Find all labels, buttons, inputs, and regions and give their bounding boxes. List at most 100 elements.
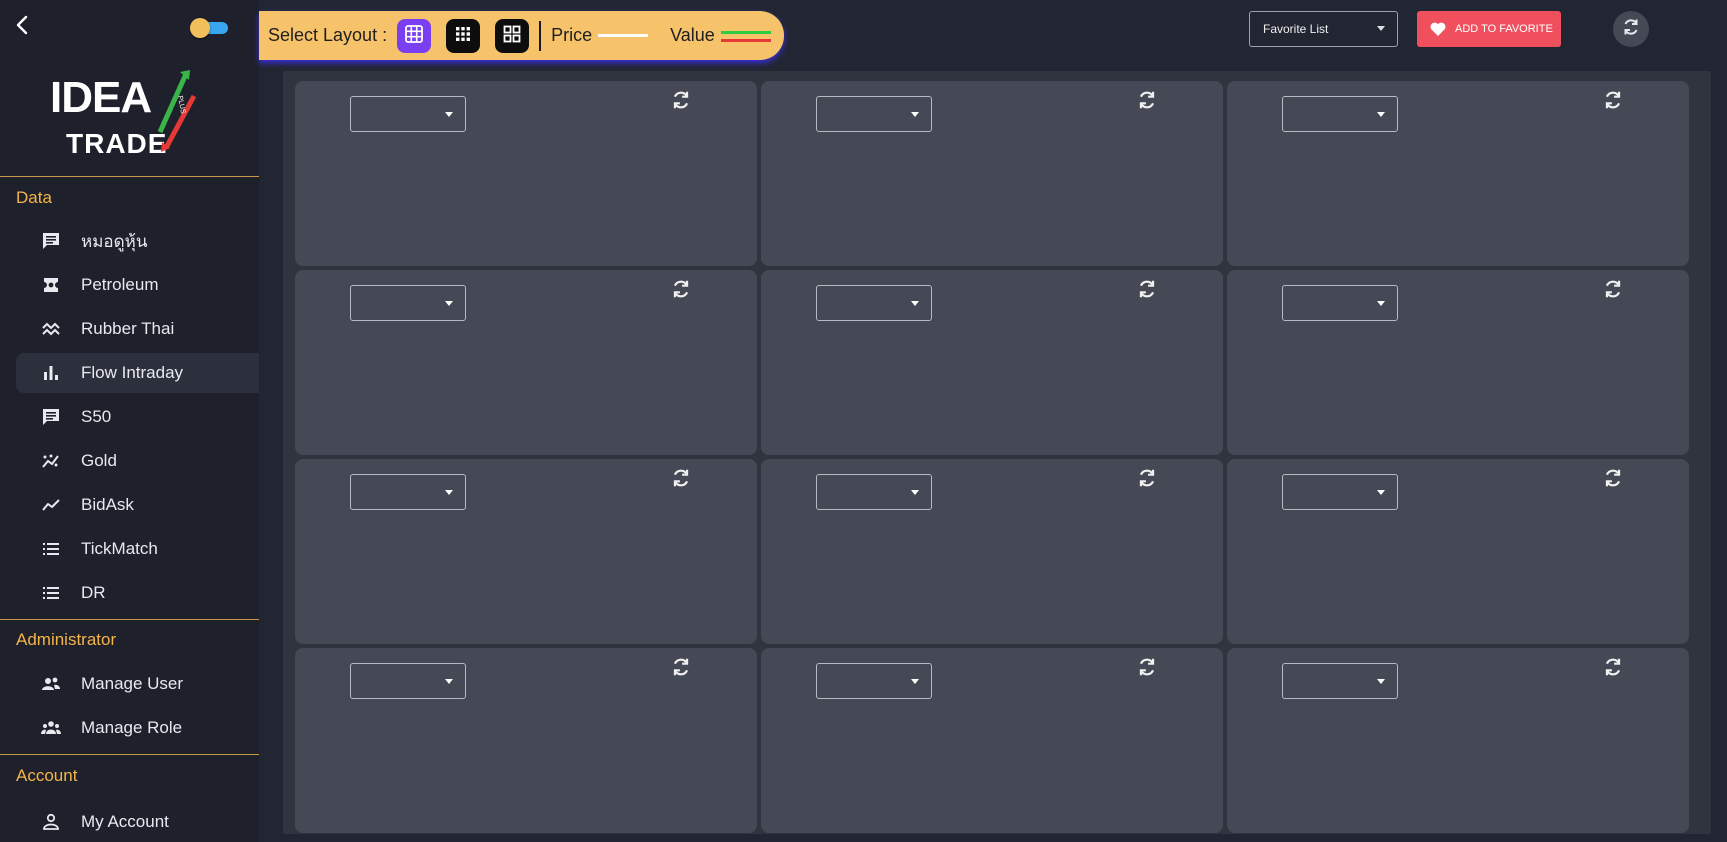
- layout-dots-button[interactable]: [446, 18, 481, 53]
- symbol-select[interactable]: [350, 285, 466, 321]
- sidebar-item-label: Gold: [81, 451, 117, 470]
- chart-grid: [283, 71, 1711, 834]
- sidebar-item-label: Manage User: [81, 674, 184, 693]
- sidebar-item-label: Manage Role: [81, 718, 183, 737]
- chevron-down-icon: [1377, 26, 1385, 31]
- sidebar-item-label: BidAsk: [81, 495, 134, 514]
- chart-panel: [1227, 270, 1689, 455]
- sidebar-item-label: DR: [81, 583, 106, 602]
- price-legend-line: [598, 34, 649, 37]
- section-administrator-title: Administrator: [16, 630, 117, 649]
- refresh-icon[interactable]: [1602, 89, 1624, 111]
- symbol-select[interactable]: [816, 663, 932, 699]
- refresh-icon[interactable]: [1136, 656, 1158, 678]
- layout-divider: [539, 20, 542, 51]
- chevron-down-icon: [1377, 112, 1385, 117]
- back-arrow-icon[interactable]: [10, 12, 36, 38]
- refresh-icon: [1621, 17, 1641, 41]
- refresh-icon[interactable]: [1136, 89, 1158, 111]
- refresh-icon[interactable]: [670, 278, 692, 300]
- symbol-select[interactable]: [350, 474, 466, 510]
- symbol-select[interactable]: [1282, 663, 1398, 699]
- section-data-title: Data: [16, 188, 52, 207]
- four-squares-icon: [502, 24, 522, 48]
- chevron-down-icon: [445, 490, 453, 495]
- trend-line-icon: [40, 494, 62, 516]
- refresh-icon[interactable]: [1602, 467, 1624, 489]
- sidebar-item-bidask[interactable]: BidAsk: [16, 485, 259, 525]
- sidebar-item-flow-intraday[interactable]: Flow Intraday: [16, 353, 259, 393]
- chevron-down-icon: [911, 679, 919, 684]
- sidebar-item-dr[interactable]: DR: [16, 573, 259, 613]
- favorite-list-select[interactable]: Favorite List: [1249, 11, 1398, 47]
- fuel-icon: [40, 274, 62, 296]
- sidebar-item-label: S50: [81, 407, 112, 426]
- chevron-down-icon: [1377, 301, 1385, 306]
- grid-layout-icon: [404, 24, 424, 48]
- symbol-select[interactable]: [816, 285, 932, 321]
- refresh-all-button[interactable]: [1613, 11, 1649, 47]
- sidebar-item-label: TickMatch: [81, 539, 158, 558]
- chevron-down-icon: [911, 301, 919, 306]
- svg-text:TRADE: TRADE: [66, 128, 167, 158]
- chart-panel: [1227, 459, 1689, 644]
- sidebar-item-mor-doo-hoon[interactable]: หมอดูหุ้น: [16, 221, 259, 261]
- group-icon: [40, 717, 62, 739]
- refresh-icon[interactable]: [1602, 278, 1624, 300]
- list-icon: [40, 582, 62, 604]
- list-icon: [40, 538, 62, 560]
- chart-panel: [295, 648, 757, 833]
- chevron-down-icon: [1377, 490, 1385, 495]
- chart-panel: [761, 648, 1223, 833]
- sidebar-item-rubber-thai[interactable]: Rubber Thai: [16, 309, 259, 349]
- refresh-icon[interactable]: [670, 467, 692, 489]
- sidebar-item-s50[interactable]: S50: [16, 397, 259, 437]
- chart-panel: [761, 270, 1223, 455]
- layout-2x2-button[interactable]: [495, 18, 530, 53]
- section-account-title: Account: [16, 766, 78, 785]
- wave-icon: [40, 318, 62, 340]
- sidebar-item-gold[interactable]: Gold: [16, 441, 259, 481]
- sidebar-item-label: Petroleum: [81, 275, 159, 294]
- chevron-down-icon: [445, 301, 453, 306]
- person-icon: [40, 811, 62, 833]
- add-to-favorite-button[interactable]: ADD TO FAVORITE: [1417, 11, 1561, 47]
- chart-panel: [295, 459, 757, 644]
- symbol-select[interactable]: [350, 96, 466, 132]
- chevron-down-icon: [445, 679, 453, 684]
- idea-trade-logo: IDEA TRADE PLUS: [48, 68, 213, 159]
- chevron-down-icon: [911, 490, 919, 495]
- theme-toggle[interactable]: [190, 18, 230, 38]
- chart-panel: [295, 270, 757, 455]
- chart-panel: [761, 459, 1223, 644]
- svg-text:IDEA: IDEA: [50, 73, 151, 122]
- sidebar: IDEA TRADE PLUS Data หมอดูหุ้น Petroleum…: [0, 0, 259, 842]
- users-icon: [40, 673, 62, 695]
- message-icon: [40, 406, 62, 428]
- symbol-select[interactable]: [350, 663, 466, 699]
- refresh-icon[interactable]: [670, 656, 692, 678]
- layout-3x4-button[interactable]: [397, 18, 432, 53]
- refresh-icon[interactable]: [1136, 467, 1158, 489]
- sidebar-item-my-account[interactable]: My Account: [16, 802, 259, 842]
- sidebar-item-manage-role[interactable]: Manage Role: [16, 708, 259, 748]
- sidebar-item-manage-user[interactable]: Manage User: [16, 664, 259, 704]
- value-legend-lines: [720, 29, 771, 43]
- bar-chart-icon: [40, 362, 62, 384]
- symbol-select[interactable]: [1282, 285, 1398, 321]
- refresh-icon[interactable]: [1602, 656, 1624, 678]
- sidebar-item-tickmatch[interactable]: TickMatch: [16, 529, 259, 569]
- symbol-select[interactable]: [816, 474, 932, 510]
- symbol-select[interactable]: [1282, 96, 1398, 132]
- chevron-down-icon: [1377, 679, 1385, 684]
- chevron-down-icon: [911, 112, 919, 117]
- apps-grid-icon: [454, 25, 472, 47]
- symbol-select[interactable]: [816, 96, 932, 132]
- symbol-select[interactable]: [1282, 474, 1398, 510]
- add-to-favorite-label: ADD TO FAVORITE: [1455, 23, 1553, 35]
- svg-text:PLUS: PLUS: [176, 95, 186, 115]
- refresh-icon[interactable]: [670, 89, 692, 111]
- chart-panel: [295, 81, 757, 266]
- sidebar-item-petroleum[interactable]: Petroleum: [16, 265, 259, 305]
- refresh-icon[interactable]: [1136, 278, 1158, 300]
